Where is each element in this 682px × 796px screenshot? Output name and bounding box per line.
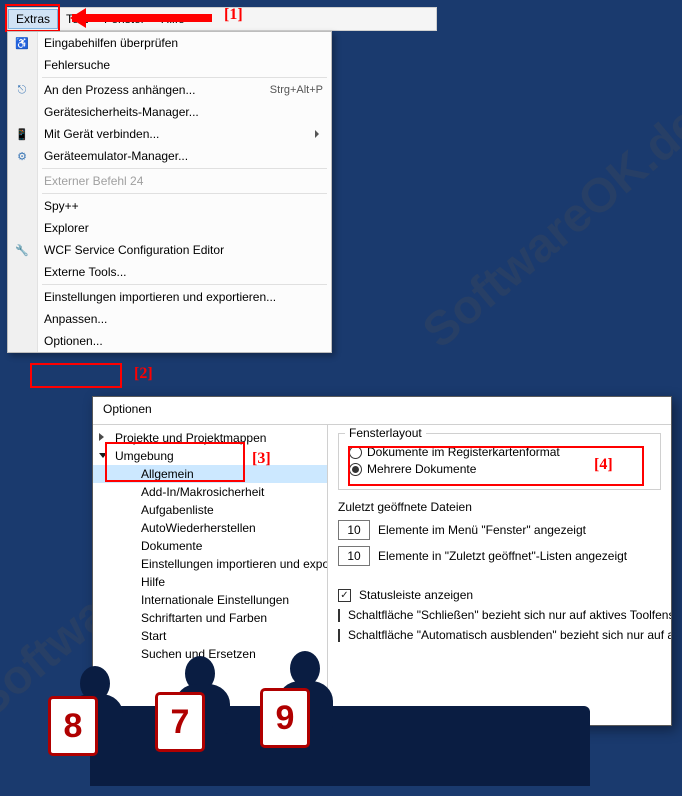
tree-hilfe[interactable]: Hilfe: [93, 573, 327, 591]
highlight-optionen: [30, 363, 122, 388]
tree-einstellungen[interactable]: Einstellungen importieren und exportiere…: [93, 555, 327, 573]
tree-suchen[interactable]: Suchen und Ersetzen: [93, 645, 327, 663]
options-tree: Projekte und Projektmappen Umgebung Allg…: [93, 425, 328, 725]
menu-separator: [42, 77, 327, 78]
recent-list-label: Elemente in "Zuletzt geöffnet"-Listen an…: [378, 549, 627, 563]
callout-arrow-1: [72, 14, 212, 22]
chk-ausblenden-label: Schaltfläche "Automatisch ausblenden" be…: [348, 628, 671, 642]
options-titlebar: Optionen: [93, 397, 671, 425]
menu-mit-geraet-verbinden[interactable]: 📱Mit Gerät verbinden...: [8, 123, 331, 145]
tree-umgebung[interactable]: Umgebung: [93, 447, 327, 465]
tree-schriftarten[interactable]: Schriftarten und Farben: [93, 609, 327, 627]
chk-schliessen-label: Schaltfläche "Schließen" bezieht sich nu…: [348, 608, 671, 622]
attach-icon: ⎋: [14, 82, 30, 98]
options-dialog: Optionen Projekte und Projektmappen Umge…: [92, 396, 672, 726]
chk-ausblenden[interactable]: [338, 629, 340, 642]
menu-separator: [42, 284, 327, 285]
menu-externe-tools[interactable]: Externe Tools...: [8, 261, 331, 283]
device-icon: 📱: [14, 126, 30, 142]
recent-menu-label: Elemente im Menü "Fenster" angezeigt: [378, 523, 586, 537]
menu-anpassen[interactable]: Anpassen...: [8, 308, 331, 330]
tree-international[interactable]: Internationale Einstellungen: [93, 591, 327, 609]
watermark-text: SoftwareOK.de: [413, 96, 682, 359]
tree-allgemein[interactable]: Allgemein: [93, 465, 327, 483]
menu-fehlersuche[interactable]: Fehlersuche: [8, 54, 331, 76]
menubar-item-extras[interactable]: Extras: [8, 9, 58, 29]
menu-prozess-anhaengen[interactable]: ⎋An den Prozess anhängen...Strg+Alt+P: [8, 79, 331, 101]
menu-separator: [42, 193, 327, 194]
recent-menu-count[interactable]: 10: [338, 520, 370, 540]
submenu-arrow-icon: [315, 130, 323, 138]
options-panel: Fensterlayout Dokumente im Registerkarte…: [328, 425, 671, 725]
extras-dropdown: ♿Eingabehilfen überprüfen Fehlersuche ⎋A…: [7, 31, 332, 353]
chk-statusleiste[interactable]: [338, 589, 351, 602]
radio-checked-icon: [349, 463, 362, 476]
tree-dokumente[interactable]: Dokumente: [93, 537, 327, 555]
menu-optionen[interactable]: Optionen...: [8, 330, 331, 352]
tree-start[interactable]: Start: [93, 627, 327, 645]
group-title: Fensterlayout: [345, 426, 426, 440]
emulator-icon: ⚙: [14, 148, 30, 164]
score-card-8: 8: [48, 696, 98, 756]
menu-wcf[interactable]: 🔧WCF Service Configuration Editor: [8, 239, 331, 261]
accessibility-icon: ♿: [14, 35, 30, 51]
tree-addin[interactable]: Add-In/Makrosicherheit: [93, 483, 327, 501]
recent-list-count[interactable]: 10: [338, 546, 370, 566]
callout-3: [3]: [252, 450, 271, 468]
radio-icon: [349, 446, 362, 459]
callout-2: [2]: [134, 365, 153, 383]
menu-externer-befehl: Externer Befehl 24: [8, 170, 331, 192]
collapse-icon: [99, 453, 107, 462]
wcf-icon: 🔧: [14, 242, 30, 258]
menu-einstellungen-import[interactable]: Einstellungen importieren und exportiere…: [8, 286, 331, 308]
menu-separator: [42, 168, 327, 169]
menu-spy[interactable]: Spy++: [8, 195, 331, 217]
tree-projekte[interactable]: Projekte und Projektmappen: [93, 429, 327, 447]
tree-autowiederherstellen[interactable]: AutoWiederherstellen: [93, 519, 327, 537]
shortcut-text: Strg+Alt+P: [270, 84, 323, 96]
tree-aufgabenliste[interactable]: Aufgabenliste: [93, 501, 327, 519]
chk-statusleiste-label: Statusleiste anzeigen: [359, 588, 473, 602]
recent-title: Zuletzt geöffnete Dateien: [338, 500, 661, 514]
menu-eingabehilfen[interactable]: ♿Eingabehilfen überprüfen: [8, 32, 331, 54]
menu-geraetesicherheits[interactable]: Gerätesicherheits-Manager...: [8, 101, 331, 123]
expand-icon: [99, 433, 108, 441]
menu-geraeteemulator[interactable]: ⚙Geräteemulator-Manager...: [8, 145, 331, 167]
chk-schliessen[interactable]: [338, 609, 340, 622]
callout-4: [4]: [594, 456, 613, 474]
menu-explorer[interactable]: Explorer: [8, 217, 331, 239]
callout-1: [1]: [224, 6, 243, 24]
